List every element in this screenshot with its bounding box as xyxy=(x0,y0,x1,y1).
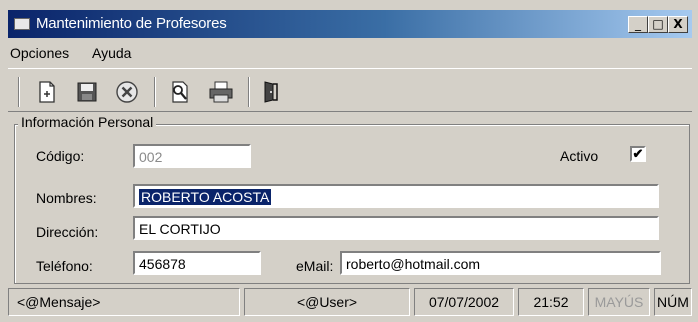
app-window: Mantenimiento de Profesores _ □ X Opcion… xyxy=(0,0,698,322)
group-title: Información Personal xyxy=(18,114,157,130)
status-date: 07/07/2002 xyxy=(414,288,514,316)
direccion-field[interactable]: EL CORTIJO xyxy=(133,216,659,240)
toolbar-separator xyxy=(18,77,20,107)
cancel-icon xyxy=(116,81,138,103)
telefono-label: Teléfono: xyxy=(36,258,93,274)
minimize-button[interactable]: _ xyxy=(628,16,648,33)
close-button[interactable]: X xyxy=(668,16,688,33)
toolbar-separator xyxy=(248,77,250,107)
nombres-field[interactable]: ROBERTO ACOSTA xyxy=(133,184,659,208)
email-field[interactable]: roberto@hotmail.com xyxy=(340,251,661,275)
status-message: <@Mensaje> xyxy=(8,288,240,316)
status-num: NÚM xyxy=(654,288,692,316)
menu-bar: Opciones Ayuda xyxy=(8,40,692,64)
activo-label: Activo xyxy=(560,148,599,164)
toolbar xyxy=(8,68,692,112)
nombres-value: ROBERTO ACOSTA xyxy=(139,189,272,205)
status-user: <@User> xyxy=(244,288,410,316)
save-button[interactable] xyxy=(74,79,100,105)
toolbar-separator xyxy=(154,77,156,107)
new-button[interactable] xyxy=(34,79,60,105)
title-bar[interactable]: Mantenimiento de Profesores _ □ X xyxy=(8,10,692,38)
cancel-button[interactable] xyxy=(114,79,140,105)
direccion-label: Dirección: xyxy=(36,224,99,240)
codigo-field[interactable]: 002 xyxy=(133,144,251,168)
codigo-label: Código: xyxy=(36,148,85,164)
save-icon xyxy=(77,82,97,102)
status-time: 21:52 xyxy=(518,288,584,316)
maximize-button[interactable]: □ xyxy=(648,16,668,33)
search-icon xyxy=(172,81,188,103)
email-label: eMail: xyxy=(296,258,334,274)
app-icon xyxy=(14,18,30,30)
window-title: Mantenimiento de Profesores xyxy=(36,15,227,32)
exit-door-icon xyxy=(264,81,278,103)
nombres-label: Nombres: xyxy=(36,190,97,206)
print-button[interactable] xyxy=(208,79,234,105)
menu-opciones[interactable]: Opciones xyxy=(10,45,69,61)
exit-button[interactable] xyxy=(258,79,284,105)
new-document-icon xyxy=(39,81,55,103)
telefono-field[interactable]: 456878 xyxy=(133,251,261,275)
activo-checkbox[interactable]: ✔ xyxy=(630,146,646,162)
print-icon xyxy=(209,81,233,103)
status-bar: <@Mensaje> <@User> 07/07/2002 21:52 MAYÚ… xyxy=(8,288,692,318)
menu-ayuda[interactable]: Ayuda xyxy=(92,45,131,61)
search-button[interactable] xyxy=(168,79,194,105)
status-caps: MAYÚS xyxy=(588,288,650,316)
